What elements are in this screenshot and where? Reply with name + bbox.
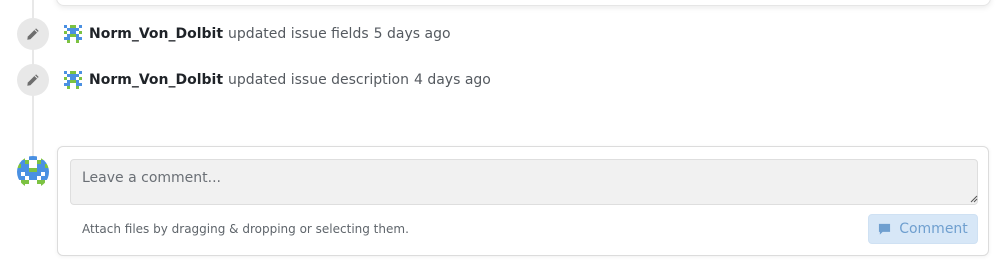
- event-icon-badge: [17, 18, 49, 50]
- resize-handle-icon[interactable]: [970, 195, 978, 203]
- event-username[interactable]: Norm_Von_Dolbit: [89, 72, 223, 88]
- attach-files-hint[interactable]: Attach files by dragging & dropping or s…: [82, 222, 409, 236]
- comment-submit-button[interactable]: Comment: [868, 214, 978, 244]
- timeline-event: Norm_Von_Dolbit updated issue fields 5 d…: [17, 18, 451, 50]
- event-timestamp[interactable]: 4 days ago: [414, 72, 491, 88]
- event-action: updated issue description: [228, 72, 409, 88]
- comment-button-label: Comment: [899, 221, 968, 237]
- event-icon-badge: [17, 64, 49, 96]
- timeline-event: Norm_Von_Dolbit updated issue descriptio…: [17, 64, 491, 96]
- event-timestamp[interactable]: 5 days ago: [374, 26, 451, 42]
- pencil-icon: [27, 74, 39, 86]
- user-avatar-icon[interactable]: [64, 71, 82, 89]
- current-user-avatar[interactable]: [17, 156, 49, 188]
- event-username[interactable]: Norm_Von_Dolbit: [89, 26, 223, 42]
- user-avatar-icon: [17, 156, 49, 188]
- user-avatar-icon[interactable]: [64, 25, 82, 43]
- pencil-icon: [27, 28, 39, 40]
- previous-comment-card: [56, 0, 991, 6]
- comment-textarea[interactable]: [70, 159, 978, 205]
- comment-form: Attach files by dragging & dropping or s…: [57, 146, 989, 256]
- event-action: updated issue fields: [228, 26, 369, 42]
- speech-bubble-icon: [878, 223, 891, 236]
